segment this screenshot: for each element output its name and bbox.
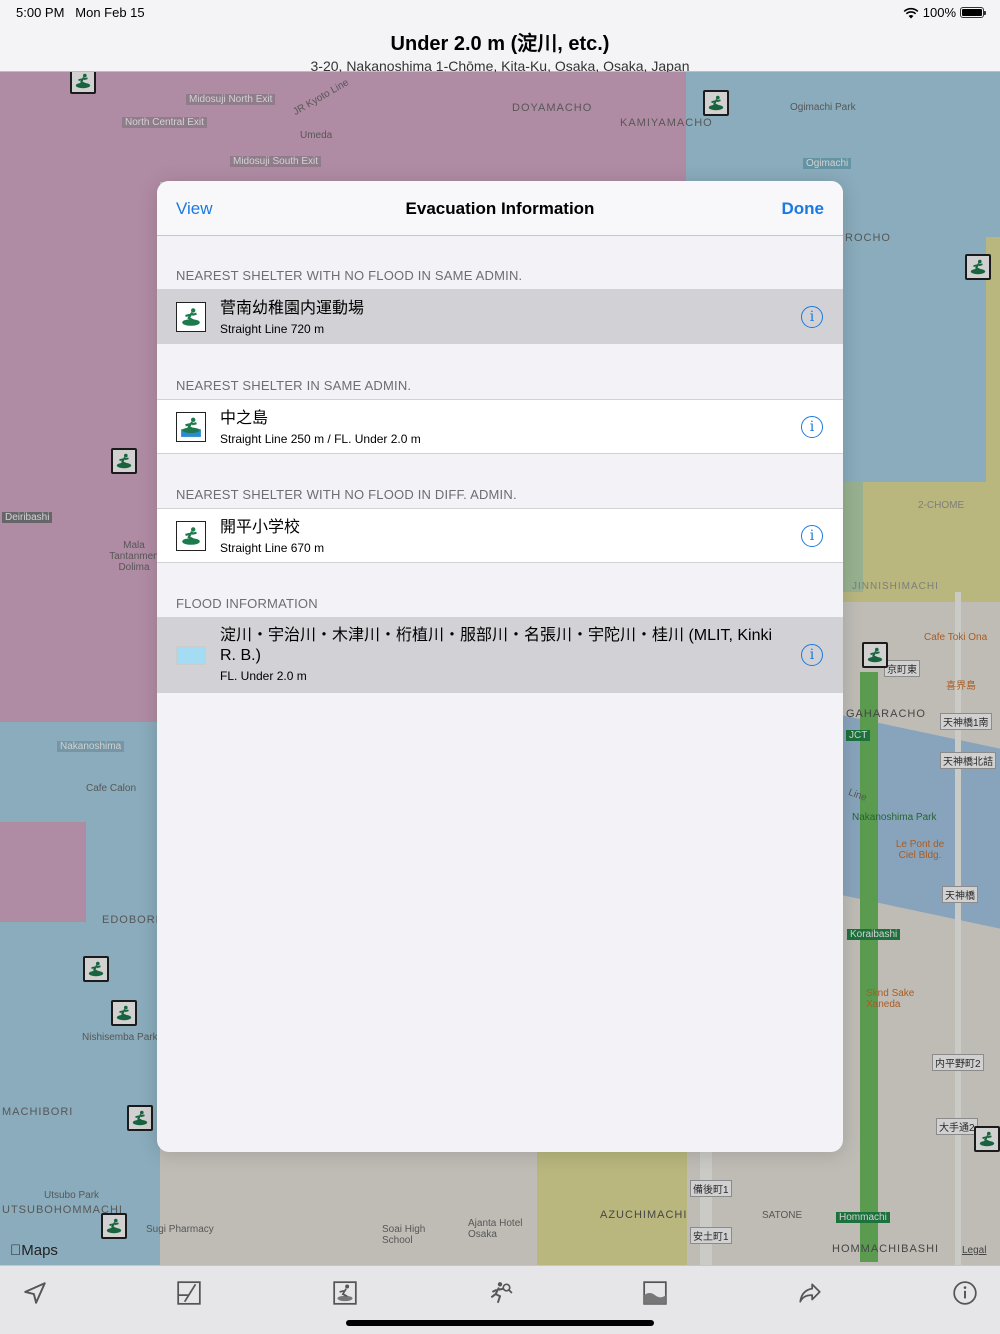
status-time: 5:00 PM Mon Feb 15 — [16, 5, 145, 20]
map-style-icon — [177, 1281, 201, 1305]
shelter-distance: Straight Line 250 m / FL. Under 2.0 m — [220, 432, 421, 446]
modal-title: Evacuation Information — [405, 199, 595, 218]
shelter-row-no-flood-diff-admin[interactable]: 開平小学校 Straight Line 670 m i — [157, 508, 843, 563]
info-circle-button[interactable]: i — [801, 644, 823, 666]
info-circle-button[interactable]: i — [801, 416, 823, 438]
home-indicator[interactable] — [346, 1320, 654, 1326]
info-circle-button[interactable]: i — [801, 525, 823, 547]
battery-icon — [960, 7, 986, 18]
section-header-no-flood-same-admin: NEAREST SHELTER WITH NO FLOOD IN SAME AD… — [176, 268, 523, 283]
shelter-row-same-admin[interactable]: 中之島 Straight Line 250 m / FL. Under 2.0 … — [157, 399, 843, 454]
location-button[interactable] — [20, 1278, 50, 1308]
share-button[interactable] — [795, 1278, 825, 1308]
flood-layer-button[interactable] — [640, 1278, 670, 1308]
section-header-same-admin: NEAREST SHELTER IN SAME ADMIN. — [176, 378, 412, 393]
flood-level: FL. Under 2.0 m — [220, 669, 307, 683]
shelter-distance: Straight Line 670 m — [220, 541, 325, 555]
share-icon — [799, 1283, 821, 1303]
evacuation-shelter-icon — [176, 302, 206, 332]
evacuation-route-button[interactable] — [485, 1278, 515, 1308]
legal-link[interactable]: Legal — [962, 1245, 986, 1256]
evacuation-shelter-icon — [176, 521, 206, 551]
info-icon: i — [809, 528, 815, 544]
done-button[interactable]: Done — [782, 199, 825, 219]
wifi-icon — [903, 7, 919, 18]
info-icon: i — [809, 309, 815, 325]
map-style-button[interactable] — [174, 1278, 204, 1308]
section-header-no-flood-diff-admin: NEAREST SHELTER WITH NO FLOOD IN DIFF. A… — [176, 487, 517, 502]
status-indicators: 100% — [903, 5, 986, 20]
river-list: 淀川・宇治川・木津川・桁植川・服部川・名張川・宇陀川・桂川 (MLIT, Kin… — [220, 627, 773, 664]
modal-nav-bar: View Evacuation Information Done — [157, 181, 843, 236]
info-icon: i — [809, 647, 815, 663]
maps-logo: Maps — [10, 1242, 58, 1259]
shelter-distance: Straight Line 720 m — [220, 322, 325, 336]
shelter-button[interactable] — [330, 1278, 360, 1308]
info-icon — [953, 1281, 977, 1305]
flooded-shelter-icon — [176, 412, 206, 442]
shelter-name: 菅南幼稚園内運動場 — [220, 300, 365, 317]
evacuation-info-modal: View Evacuation Information Done NEAREST… — [157, 181, 843, 1152]
info-button[interactable] — [950, 1278, 980, 1308]
shelter-name: 中之島 — [220, 410, 269, 427]
location-header: Under 2.0 m (淀川, etc.) 3-20, Nakanoshima… — [0, 24, 1000, 74]
shelter-row-no-flood-same-admin[interactable]: 菅南幼稚園内運動場 Straight Line 720 m i — [157, 289, 843, 344]
status-bar: 5:00 PM Mon Feb 15 100% — [0, 0, 1000, 24]
flood-color-swatch — [176, 646, 206, 665]
flood-layer-icon — [643, 1281, 667, 1305]
info-icon: i — [809, 419, 815, 435]
location-arrow-icon — [24, 1282, 46, 1304]
flood-info-row[interactable]: 淀川・宇治川・木津川・桁植川・服部川・名張川・宇陀川・桂川 (MLIT, Kin… — [157, 617, 843, 693]
battery-percent: 100% — [922, 5, 956, 20]
info-circle-button[interactable]: i — [801, 306, 823, 328]
evacuation-run-icon — [490, 1282, 513, 1304]
shelter-name: 開平小学校 — [220, 519, 301, 536]
shelter-icon — [333, 1281, 357, 1305]
section-header-flood-information: FLOOD INFORMATION — [176, 596, 318, 611]
flood-level-title: Under 2.0 m (淀川, etc.) — [390, 33, 610, 55]
